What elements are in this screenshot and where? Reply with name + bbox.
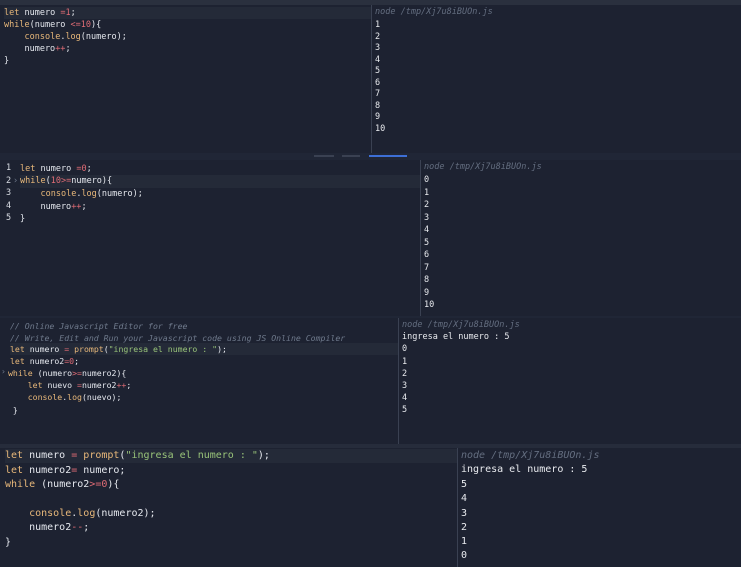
code-line: console.log(numero);: [40, 189, 143, 199]
output-line: 1: [402, 357, 408, 367]
output-line: 3: [424, 213, 430, 223]
output-line: 5: [461, 479, 468, 490]
output-header: node /tmp/Xj7u8iBUOn.js: [375, 7, 493, 17]
code-editor[interactable]: // Online Javascript Editor for free // …: [0, 318, 398, 444]
code-line: numero2--;: [5, 522, 90, 533]
code-line: while (numero>=numero2){: [8, 368, 127, 378]
output-line: 2: [375, 32, 381, 42]
output-line: 2: [402, 369, 408, 379]
screenshot-panel-4: let numero = prompt("ingresa el numero :…: [0, 448, 741, 567]
output-line: 6: [375, 78, 381, 88]
output-line: 4: [375, 55, 381, 65]
output-line: ingresa el numero : 5: [461, 464, 588, 475]
output-line: 6: [424, 250, 430, 260]
tab-indicator-active[interactable]: [369, 155, 407, 157]
code-line: console.log(numero);: [24, 32, 127, 42]
output-line: 4: [402, 393, 408, 403]
output-line: 5: [424, 238, 430, 248]
line-number: 2: [6, 176, 12, 186]
code-line: }: [5, 537, 12, 548]
screenshot-panel-3: // Online Javascript Editor for free // …: [0, 318, 741, 444]
code-line: let numero =1;: [4, 7, 371, 19]
code-line: }: [20, 214, 26, 224]
code-line: let numero = prompt("ingresa el numero :…: [10, 343, 398, 355]
code-line: let numero =0;: [20, 164, 92, 174]
output-line: 0: [424, 175, 430, 185]
output-line: 9: [375, 112, 381, 122]
output-line: ingresa el numero : 5: [402, 332, 510, 342]
output-line: 9: [424, 288, 430, 298]
output-line: 0: [461, 550, 468, 561]
code-line: numero++;: [4, 44, 71, 54]
output-line: 2: [461, 522, 468, 533]
code-line: }: [4, 56, 10, 66]
code-line: let numero = prompt("ingresa el numero :…: [5, 449, 457, 463]
code-line: }: [8, 405, 18, 415]
output-line: 0: [402, 344, 408, 354]
code-editor[interactable]: 1 2 3 4 5 › let numero =0; while(10>=num…: [0, 160, 420, 316]
line-number: 4: [6, 201, 12, 211]
code-line: while (numero2>=0){: [5, 479, 120, 490]
output-header: node /tmp/Xj7u8iBUOn.js: [424, 162, 542, 172]
output-line: 1: [375, 20, 381, 30]
output-line: 3: [402, 381, 408, 391]
tab-indicator: [314, 155, 334, 157]
code-line: while(numero <=10){: [4, 20, 102, 30]
line-number: 3: [6, 188, 12, 198]
output-line: 2: [424, 200, 430, 210]
panel-divider: [0, 153, 741, 160]
code-editor[interactable]: let numero =1; while(numero <=10){ conso…: [0, 5, 371, 153]
output-line: 10: [375, 124, 386, 134]
screenshot-panel-1: let numero =1; while(numero <=10){ conso…: [0, 5, 741, 153]
fold-chevron-icon[interactable]: ›: [1, 367, 6, 376]
output-line: 4: [461, 493, 468, 504]
tab-indicator: [342, 155, 360, 157]
code-editor[interactable]: let numero = prompt("ingresa el numero :…: [0, 448, 457, 567]
code-line: while(10>=numero){: [20, 175, 420, 188]
fold-chevron-icon[interactable]: ›: [13, 176, 18, 186]
output-console: node /tmp/Xj7u8iBUOn.js 0 1 2 3 4 5 6 7 …: [420, 160, 741, 316]
output-line: 10: [424, 300, 435, 310]
code-line: console.log(nuevo);: [27, 392, 122, 402]
output-header: node /tmp/Xj7u8iBUOn.js: [402, 320, 520, 330]
code-comment: // Online Javascript Editor for free: [10, 321, 188, 331]
output-header: node /tmp/Xj7u8iBUOn.js: [461, 450, 600, 461]
output-line: 4: [424, 225, 430, 235]
screenshot-panel-2: 1 2 3 4 5 › let numero =0; while(10>=num…: [0, 160, 741, 316]
output-line: 1: [461, 536, 468, 547]
code-line: console.log(numero2);: [29, 508, 156, 519]
output-console: node /tmp/Xj7u8iBUOn.js ingresa el numer…: [398, 318, 741, 444]
output-console: node /tmp/Xj7u8iBUOn.js 1 2 3 4 5 6 7 8 …: [371, 5, 741, 153]
code-line: let nuevo =numero2++;: [27, 380, 132, 390]
code-line: numero++;: [20, 202, 87, 212]
output-line: 5: [375, 66, 381, 76]
output-line: 1: [424, 188, 430, 198]
line-number: 1: [6, 163, 12, 173]
code-line: let numero2=0;: [10, 356, 80, 366]
output-line: 3: [375, 43, 381, 53]
line-number: 5: [6, 213, 12, 223]
output-line: 3: [461, 508, 468, 519]
output-line: 8: [375, 101, 381, 111]
output-console: node /tmp/Xj7u8iBUOn.js ingresa el numer…: [457, 448, 741, 567]
output-line: 7: [375, 89, 381, 99]
code-line: let numero2= numero;: [5, 465, 126, 476]
output-line: 5: [402, 405, 408, 415]
output-line: 8: [424, 275, 430, 285]
output-line: 7: [424, 263, 430, 273]
